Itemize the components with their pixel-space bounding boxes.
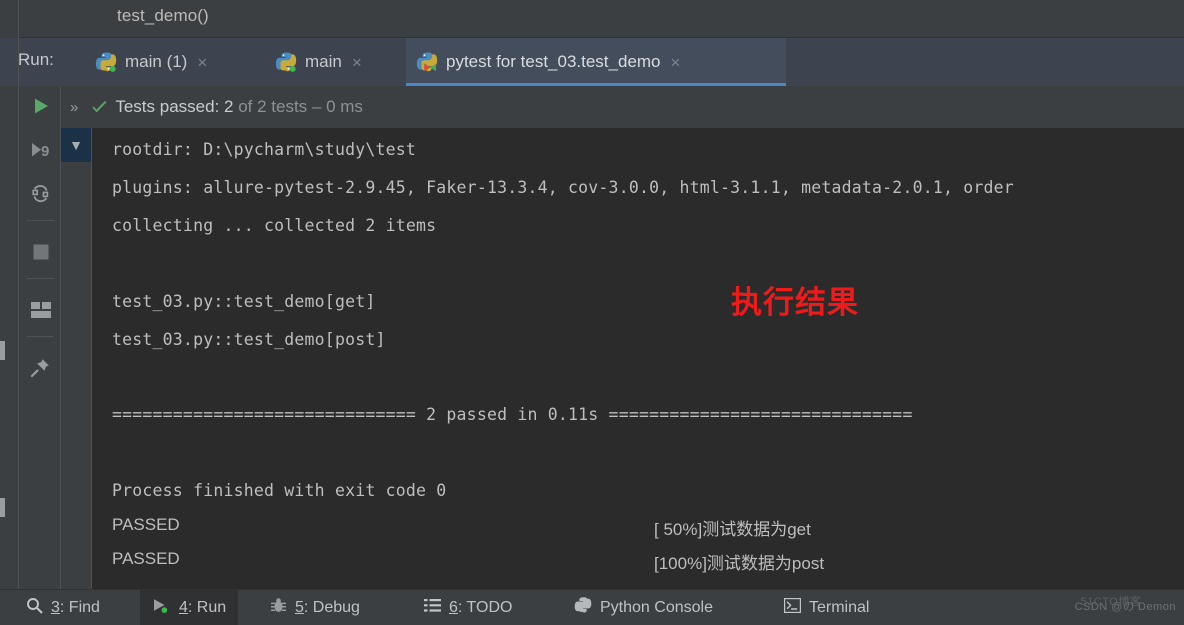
terminal-icon — [783, 597, 802, 618]
status-label: : Find — [59, 598, 100, 616]
rerun-tests-button[interactable] — [20, 88, 61, 128]
console-output[interactable]: rootdir: D:\pycharm\study\test plugins: … — [92, 128, 1184, 589]
status-shortcut-number: 3 — [51, 598, 60, 616]
rail-marker — [0, 498, 5, 517]
list-icon — [424, 598, 441, 618]
console-line: plugins: allure-pytest-2.9.45, Faker-13.… — [112, 178, 1014, 197]
close-icon[interactable]: × — [671, 54, 681, 71]
run-tool-window-tab-strip: Run: main (1) × main × pytest for test_0… — [0, 38, 1184, 86]
stop-square-icon — [32, 243, 50, 266]
status-terminal[interactable]: Terminal — [772, 590, 881, 625]
run-console-area: 9 » Tests passed: 2 of 2 tests – 0 ms ▼ … — [0, 86, 1184, 589]
tests-total-label: of 2 tests – 0 ms — [233, 97, 363, 116]
status-debug[interactable]: 5: Debug — [258, 590, 372, 625]
console-line-passed: PASSED — [112, 549, 180, 568]
green-play-icon — [31, 96, 51, 121]
bottom-status-bar: 3: Find 4: Run 5: Debug 6: TODO Python C… — [0, 589, 1184, 625]
status-label: : Debug — [303, 598, 360, 616]
run-actions-toolbar: 9 — [20, 86, 61, 589]
tab-strip-left-edge — [0, 38, 19, 86]
watermark-overlay: 51CTO博客 — [1080, 596, 1142, 608]
rail-marker — [0, 341, 5, 360]
status-label: Terminal — [809, 598, 870, 616]
status-shortcut-number: 4 — [179, 598, 188, 616]
toggle-auto-test-button[interactable] — [20, 176, 61, 216]
status-todo[interactable]: 6: TODO — [412, 590, 524, 625]
pycharm-window: test_demo() Run: main (1) × main × pytes… — [0, 0, 1184, 625]
split-panes-icon — [30, 301, 52, 324]
annotation-execution-result: 执行结果 — [731, 285, 859, 320]
tab-main[interactable]: main × — [265, 38, 372, 86]
python-run-config-icon — [95, 51, 117, 73]
check-icon — [77, 99, 108, 116]
console-line: ============================== 2 passed … — [112, 405, 913, 424]
status-shortcut-number: 6 — [449, 598, 458, 616]
tests-passed-label: Tests passed: — [115, 97, 225, 116]
console-line: test_03.py::test_demo[get] — [112, 292, 376, 311]
toolbar-separator — [27, 220, 54, 221]
tab-main-1[interactable]: main (1) × — [85, 38, 217, 86]
status-shortcut-number: 5 — [295, 598, 304, 616]
editor-left-gutter-strip — [0, 0, 19, 38]
python-run-config-icon — [275, 51, 297, 73]
run-tool-window-label: Run: — [18, 50, 54, 69]
console-gutter: ▼ — [61, 128, 92, 589]
console-line-progress: [100%]测试数据为post — [654, 554, 825, 573]
toolbar-separator — [27, 278, 54, 279]
console-line: test_03.py::test_demo[post] — [112, 330, 386, 349]
console-line: Process finished with exit code 0 — [112, 481, 447, 500]
status-label: : Run — [187, 598, 227, 616]
svg-text:9: 9 — [41, 143, 49, 160]
tab-label: main — [305, 52, 342, 71]
python-icon — [574, 596, 592, 619]
status-run[interactable]: 4: Run — [140, 590, 239, 625]
pin-icon — [30, 357, 51, 383]
pytest-run-config-icon — [416, 51, 438, 73]
console-line: collecting ... collected 2 items — [112, 216, 437, 235]
status-label: Python Console — [600, 598, 713, 616]
bug-icon — [270, 597, 287, 619]
layout-settings-button[interactable] — [20, 292, 61, 332]
test-results-status: Tests passed: 2 of 2 tests – 0 ms — [115, 97, 363, 117]
close-icon[interactable]: × — [352, 54, 362, 71]
tab-pytest-test_03-test_demo[interactable]: pytest for test_03.test_demo × — [406, 38, 786, 86]
console-line: rootdir: D:\pycharm\study\test — [112, 140, 417, 159]
tab-label: main (1) — [125, 52, 188, 71]
run-icon — [152, 597, 171, 619]
tool-window-left-rail — [0, 86, 19, 589]
watermark: 51CTO博客 CSDN @の Demon — [1075, 596, 1176, 614]
restart-rotate-icon — [30, 183, 51, 209]
stop-button[interactable] — [20, 234, 61, 274]
fold-region-toggle[interactable]: ▼ — [61, 128, 91, 162]
console-line-progress: [ 50%]测试数据为get — [654, 520, 811, 539]
status-find[interactable]: 3: Find — [14, 590, 112, 625]
breadcrumb-bar: test_demo() — [0, 0, 1184, 38]
tab-label: pytest for test_03.test_demo — [446, 52, 661, 71]
pin-tab-button[interactable] — [20, 350, 61, 390]
expand-chevrons-icon[interactable]: » — [70, 99, 78, 116]
status-python-console[interactable]: Python Console — [562, 590, 725, 625]
close-icon[interactable]: × — [197, 54, 207, 71]
rerun-failed-tests-button[interactable]: 9 — [20, 132, 61, 172]
play-with-9-icon: 9 — [30, 140, 52, 165]
console-line-passed: PASSED — [112, 515, 180, 534]
search-icon — [26, 597, 43, 619]
breadcrumb[interactable]: test_demo() — [117, 6, 209, 26]
test-results-header: » Tests passed: 2 of 2 tests – 0 ms — [61, 86, 1184, 128]
toolbar-separator — [27, 336, 54, 337]
chevron-down-icon: ▼ — [69, 137, 83, 153]
status-label: : TODO — [457, 598, 513, 616]
